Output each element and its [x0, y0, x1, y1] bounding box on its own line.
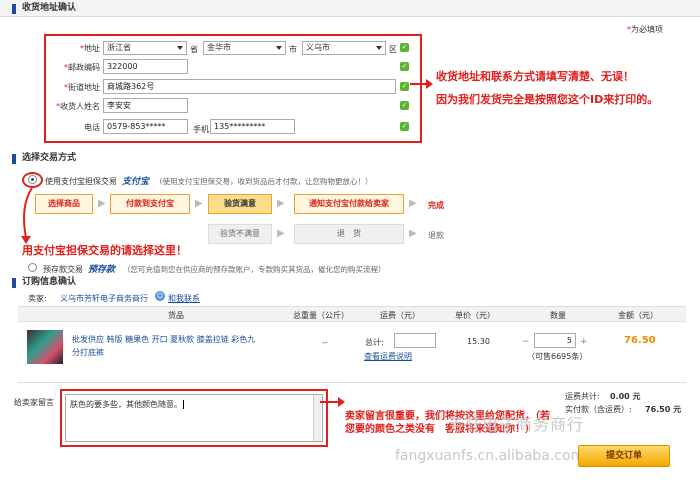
- freight-sum-label: 运费共计:: [565, 392, 600, 401]
- district-select[interactable]: 义乌市: [302, 41, 386, 55]
- arrow-icon: ▶: [195, 198, 203, 209]
- city-suffix: 市: [289, 45, 297, 54]
- header-goods: 货品: [168, 311, 184, 320]
- mobile-label: 手机: [193, 125, 209, 134]
- watermark-url: fangxuanfs.cn.alibaba.com: [395, 448, 585, 464]
- region-label: *地址: [80, 44, 100, 53]
- freight-total-label: 总计:: [365, 338, 384, 347]
- step-pay-alipay: 付款到支付宝: [110, 194, 190, 214]
- freight-info-link[interactable]: 查看运费说明: [364, 351, 412, 362]
- arrow-right-icon: [320, 397, 345, 407]
- quantity-input[interactable]: 5: [534, 333, 576, 348]
- phone-field[interactable]: 0579-853*****: [103, 119, 188, 134]
- mobile-field[interactable]: 135*********: [210, 119, 295, 134]
- freight-input[interactable]: [394, 333, 436, 348]
- total-amount: 76.50 元: [645, 405, 682, 414]
- arrow-icon: ▶: [277, 198, 285, 209]
- name-field[interactable]: 李安安: [103, 98, 188, 113]
- arrow-icon: ▶: [409, 228, 417, 239]
- step-inspect-ok: 验货满意: [208, 194, 272, 214]
- zip-label: *邮政编码: [64, 63, 100, 72]
- street-label: *街道地址: [64, 83, 100, 92]
- chevron-down-icon: [276, 46, 282, 50]
- check-icon: ✓: [400, 43, 409, 52]
- step-return: 退 货: [294, 224, 404, 244]
- check-icon: ✓: [400, 101, 409, 110]
- header-weight: 总重量（公斤）: [293, 311, 349, 320]
- product-title-link[interactable]: 批发供应 韩版 糖果色 开口 夏秋款 膝盖拉链 彩色九分打底裤: [72, 333, 262, 359]
- payment-section-title: 选择交易方式: [0, 150, 700, 167]
- header-amount: 金额（元）: [618, 311, 658, 320]
- curved-arrow-icon: [21, 187, 33, 244]
- divider: [18, 382, 686, 383]
- product-thumbnail[interactable]: [27, 330, 63, 364]
- header-price: 单价（元）: [455, 311, 495, 320]
- item-amount: 76.50: [624, 335, 656, 346]
- arrow-icon: ▶: [98, 198, 106, 209]
- alipay-radio[interactable]: [28, 175, 37, 184]
- alipay-desc: （使用支付宝担保交易，收到货品后才付款，让您购物更放心！）: [155, 177, 373, 186]
- increment-button[interactable]: +: [580, 337, 588, 347]
- phone-label: 电话: [84, 123, 100, 132]
- step-notify-pay: 通知支付宝付款给卖家: [294, 194, 404, 214]
- prepay-radio[interactable]: [28, 263, 37, 272]
- arrow-right-icon: [410, 79, 433, 89]
- item-price: 15.30: [467, 337, 490, 346]
- arrow-icon: ▶: [409, 198, 417, 209]
- header-quantity: 数量: [550, 311, 566, 320]
- province-select[interactable]: 浙江省: [103, 41, 187, 55]
- name-label: *收货人姓名: [56, 102, 100, 111]
- alipay-label: 使用支付宝担保交易: [45, 177, 117, 186]
- header-freight: 运费（元）: [380, 311, 420, 320]
- street-field[interactable]: 商城路362号: [103, 79, 396, 94]
- province-suffix: 省: [190, 45, 198, 54]
- seller-link[interactable]: 义乌市芳轩电子商务商行: [60, 293, 148, 304]
- chevron-down-icon: [177, 46, 183, 50]
- address-note-2: 因为我们发货完全是按照您这个ID来打印的。: [436, 93, 659, 106]
- decrement-button[interactable]: −: [522, 337, 530, 347]
- address-note-1: 收货地址和联系方式请填写清楚、无误！: [436, 70, 634, 83]
- order-section-title: 订购信息确认: [0, 274, 700, 291]
- chevron-down-icon: [376, 46, 382, 50]
- message-textarea[interactable]: 肤色的要多些，其他颜色随意。: [65, 394, 323, 442]
- seller-label: 卖家:: [28, 294, 47, 303]
- city-select[interactable]: 金华市: [203, 41, 286, 55]
- table-header: [18, 306, 686, 322]
- step-complete: 完成: [428, 201, 444, 210]
- address-section-title: 收货地址确认: [0, 0, 700, 17]
- alipay-logo: 支付宝: [122, 177, 150, 187]
- message-label: 给卖家留言: [14, 398, 54, 407]
- item-weight: --: [322, 338, 328, 347]
- contact-seller-link[interactable]: 和我联系: [168, 293, 200, 304]
- alipay-hint: 用支付宝担保交易的请选择这里！: [22, 244, 187, 257]
- stock-count: （可售6695条）: [527, 352, 588, 361]
- chat-icon[interactable]: ☺: [155, 291, 165, 301]
- watermark-text: 芳轩电子商务商行: [448, 415, 585, 434]
- check-icon: ✓: [400, 122, 409, 131]
- check-icon: ✓: [400, 62, 409, 71]
- zip-field[interactable]: 322000: [103, 59, 188, 74]
- step-refund: 退款: [428, 231, 444, 240]
- arrow-icon: ▶: [277, 228, 285, 239]
- submit-order-button[interactable]: 提交订单: [578, 445, 670, 467]
- district-suffix: 区: [389, 45, 397, 54]
- step-inspect-bad: 验货不满意: [208, 224, 272, 244]
- required-note: *为必填项: [627, 25, 663, 34]
- freight-sum: 0.00 元: [610, 392, 641, 401]
